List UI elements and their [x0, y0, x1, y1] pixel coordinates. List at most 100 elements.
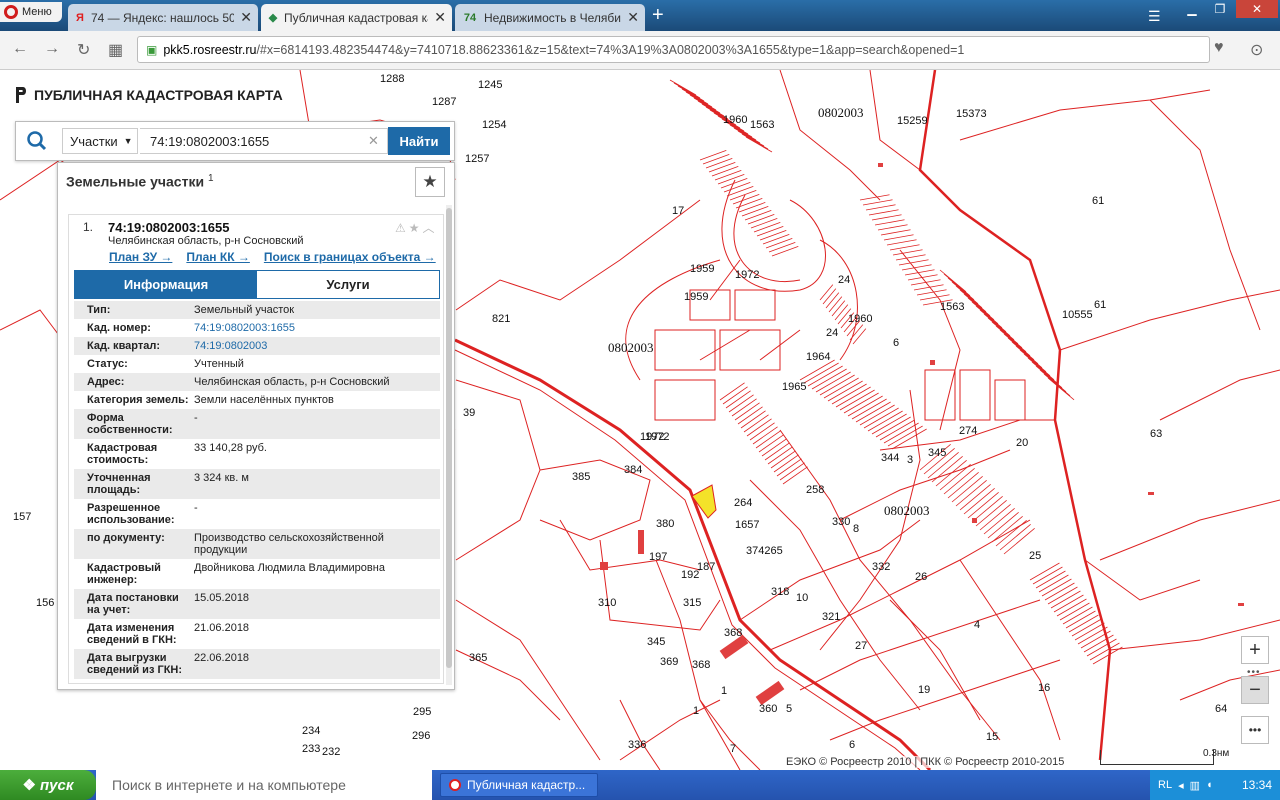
parcel-label: 8 — [853, 523, 859, 535]
parcel-label: 332 — [872, 561, 890, 573]
info-row-label: Кадастровая стоимость: — [87, 442, 158, 466]
maximize-icon[interactable]: ❐ — [1206, 0, 1234, 18]
tab-title: 74 — Яндекс: нашлось 507 ... — [91, 10, 235, 25]
parcel-label: 61 — [1092, 195, 1104, 207]
result-cad-number[interactable]: 74:19:0802003:1655 — [108, 220, 229, 235]
new-tab-icon[interactable]: + — [652, 5, 664, 25]
plan-kk-link[interactable]: План КК → — [186, 250, 250, 264]
search-input[interactable] — [140, 128, 388, 154]
volume-icon[interactable]: ◖ — [1206, 779, 1213, 791]
map-scale-bar — [1100, 750, 1214, 765]
search-in-bounds-link[interactable]: Поиск в границах объекта → — [264, 250, 436, 264]
parcel-label: 39 — [463, 407, 475, 419]
info-row-value: Земли населённых пунктов — [194, 394, 334, 406]
parcel-label: 234 — [302, 725, 320, 737]
parcel-label: 3 — [907, 454, 913, 466]
taskbar-task-opera[interactable]: Публичная кадастр... — [440, 773, 598, 797]
info-row: Статус: Учтенный — [74, 355, 440, 373]
url-field[interactable]: ▣ pkk5.rosreestr.ru /#x=6814193.48235447… — [137, 36, 1210, 63]
opera-task-icon — [449, 779, 461, 791]
info-row-label: Дата постановки на учет: — [87, 592, 179, 616]
tab-information[interactable]: Информация — [75, 271, 257, 298]
plan-zu-link[interactable]: План ЗУ → — [109, 250, 172, 264]
back-arrow-icon[interactable]: ← — [12, 40, 28, 58]
parcel-label: 5 — [786, 703, 792, 715]
taskbar-search-field[interactable]: Поиск в интернете и на компьютере — [96, 770, 432, 800]
bookmark-heart-icon[interactable]: ♥ — [1214, 39, 1224, 57]
favorites-star-button[interactable]: ★ — [415, 167, 445, 197]
parcel-label: 0802003 — [608, 340, 654, 355]
result-count: 1 — [207, 173, 214, 184]
realty-favicon-icon: 74 — [463, 11, 477, 24]
tab-menu-icon[interactable]: ☰ — [1148, 8, 1161, 25]
parcel-label: 1563 — [940, 301, 964, 313]
info-row: Разрешенное использование: - — [74, 499, 440, 529]
collapse-chevron-icon[interactable]: ︿ — [423, 221, 438, 235]
parcel-label: 1959 — [690, 263, 714, 275]
forward-arrow-icon[interactable]: → — [44, 40, 60, 58]
zoom-out-button[interactable]: − — [1241, 676, 1269, 704]
task-label: Публичная кадастр... — [467, 778, 586, 792]
close-window-icon[interactable]: ✕ — [1236, 0, 1278, 18]
parcel-label: 345 — [647, 636, 665, 648]
info-row-value: 3 324 кв. м — [194, 472, 249, 484]
speed-dial-grid-icon[interactable]: ▦ — [108, 40, 123, 60]
zoom-in-button[interactable]: + — [1241, 636, 1269, 664]
parcel-label: 20 — [1016, 437, 1028, 449]
tab-close-icon[interactable]: ✕ — [240, 9, 252, 26]
browser-menu-button[interactable]: Меню — [0, 2, 62, 22]
info-row: Кад. квартал: 74:19:0802003 — [74, 337, 440, 355]
info-row-value: 22.06.2018 — [194, 652, 250, 664]
tab-realty[interactable]: 74 Недвижимость в Челябинс... ✕ — [455, 4, 645, 31]
result-tabs: Информация Услуги — [74, 270, 440, 299]
parcel-label: 24 — [838, 274, 850, 286]
tray-arrow-icon[interactable]: ◂ — [1178, 779, 1184, 792]
address-bar: ← → ↻ ▦ ▣ pkk5.rosreestr.ru /#x=6814193.… — [0, 31, 1280, 70]
parcel-label: 365 — [469, 652, 487, 664]
info-row-value[interactable]: 74:19:0802003:1655 — [194, 322, 440, 334]
parcel-label: 318 — [771, 586, 789, 598]
info-row: Категория земель: Земли населённых пункто… — [74, 391, 440, 409]
network-icon[interactable]: ▥ — [1190, 779, 1200, 792]
info-row-label: Уточненная площадь: — [87, 472, 151, 496]
parcel-label: 344 — [881, 452, 899, 464]
search-icon[interactable] — [26, 130, 48, 152]
tab-close-icon[interactable]: ✕ — [627, 9, 639, 26]
tab-title: Публичная кадастровая ка... — [284, 10, 429, 25]
tab-yandex[interactable]: Я 74 — Яндекс: нашлось 507 ... ✕ — [68, 4, 258, 31]
parcel-label: 274 — [959, 425, 977, 437]
parcel-label: 7 — [730, 743, 736, 755]
tab-pkk[interactable]: ◆ Публичная кадастровая ка... ✕ — [261, 4, 452, 31]
minimize-icon[interactable]: ▁ — [1178, 0, 1206, 18]
parcel-label: 1965 — [782, 381, 806, 393]
more-tools-button[interactable]: ••• — [1241, 716, 1269, 744]
language-indicator[interactable]: RL — [1158, 779, 1172, 791]
info-row-value: Производство сельскохозяйственной продук… — [194, 532, 384, 556]
info-row-value[interactable]: 74:19:0802003 — [194, 340, 440, 352]
start-button[interactable]: ❖ пуск — [0, 770, 96, 800]
star-icon[interactable]: ★ — [409, 221, 423, 235]
info-row: Адрес: Челябинская область, р-н Сосновски… — [74, 373, 440, 391]
parcel-label: 197 — [649, 551, 667, 563]
start-label: пуск — [40, 776, 74, 794]
reload-icon[interactable]: ↻ — [77, 40, 90, 60]
parcel-label: 17 — [672, 205, 684, 217]
clock[interactable]: 13:34 — [1242, 778, 1272, 792]
info-row-value: 21.06.2018 — [194, 622, 250, 634]
parcel-label: 1960 — [848, 313, 872, 325]
parcel-label: 1964 — [806, 351, 830, 363]
download-icon[interactable]: ⊙ — [1250, 40, 1263, 60]
clear-search-icon[interactable]: ✕ — [368, 133, 379, 149]
tab-close-icon[interactable]: ✕ — [434, 9, 446, 26]
panel-scrollbar-thumb[interactable] — [446, 208, 452, 668]
warning-icon[interactable]: ⚠ — [395, 221, 409, 235]
app-logo[interactable]: ПУБЛИЧНАЯ КАДАСТРОВАЯ КАРТА — [14, 86, 283, 104]
tab-services[interactable]: Услуги — [257, 271, 439, 298]
parcel-label: 1245 — [478, 79, 502, 91]
search-type-label: Участки — [70, 133, 118, 149]
parcel-label: 380 — [656, 518, 674, 530]
info-row-label: Дата выгрузки сведений из ГКН: — [87, 652, 183, 676]
search-type-select[interactable]: Участки ▼ — [62, 128, 138, 154]
search-button[interactable]: Найти — [388, 127, 450, 155]
parcel-label: 385 — [572, 471, 590, 483]
